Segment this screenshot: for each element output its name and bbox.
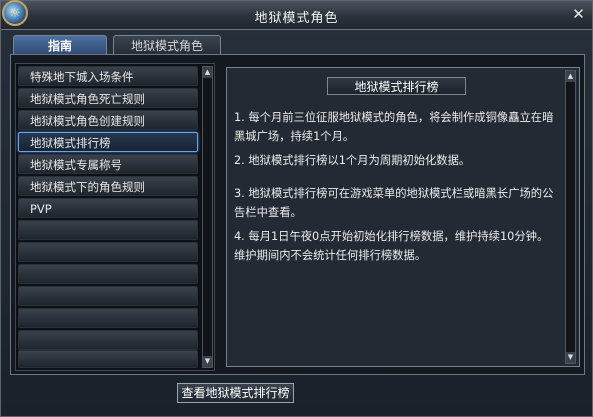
- detail-scrollbar[interactable]: ▲ ▼: [565, 70, 576, 364]
- scroll-down-icon[interactable]: ▼: [566, 352, 575, 363]
- list-item-character-rules[interactable]: 地狱模式下的角色规则: [18, 176, 198, 196]
- list-item-dungeon-entry[interactable]: 特殊地下城入场条件: [18, 66, 198, 86]
- detail-title: 地狱模式排行榜: [327, 77, 466, 95]
- list-item-pvp[interactable]: PVP: [18, 198, 198, 218]
- list-item-empty: [18, 286, 198, 306]
- guide-list: 特殊地下城入场条件 地狱模式角色死亡规则 地狱模式角色创建规则 地狱模式排行榜 …: [15, 63, 215, 371]
- detail-paragraph-3: 3. 地狱模式排行榜可在游戏菜单的地狱模式栏或暗黑长广场的公告栏中查看。: [234, 187, 554, 219]
- list-item-death-rules[interactable]: 地狱模式角色死亡规则: [18, 88, 198, 108]
- list-item-leaderboard[interactable]: 地狱模式排行榜: [18, 132, 198, 152]
- close-icon[interactable]: ✕: [571, 7, 586, 22]
- list-item-empty: [18, 308, 198, 328]
- title-bar[interactable]: ☼ 地狱模式角色 ✕: [1, 0, 592, 30]
- detail-panel: 地狱模式排行榜 1. 每个月前三位征服地狱模式的角色，将会制作成铜像矗立在暗黑城…: [226, 67, 580, 367]
- list-item-empty: [18, 350, 198, 368]
- detail-paragraph-4: 4. 每月1日午夜0点开始初始化排行榜数据，维护持续10分钟。维护期间内不会统计…: [234, 230, 549, 262]
- window-title: 地狱模式角色: [254, 11, 339, 26]
- list-scrollbar[interactable]: ▲ ▼: [202, 66, 213, 368]
- detail-paragraph-1: 1. 每个月前三位征服地狱模式的角色，将会制作成铜像矗立在暗黑城广场，持续1个月…: [234, 111, 554, 143]
- scroll-up-icon[interactable]: ▲: [203, 67, 212, 78]
- list-item-creation-rules[interactable]: 地狱模式角色创建规则: [18, 110, 198, 130]
- list-item-empty: [18, 242, 198, 262]
- scroll-up-icon[interactable]: ▲: [566, 71, 575, 82]
- detail-paragraph-2: 2. 地狱模式排行榜以1个月为周期初始化数据。: [234, 154, 471, 167]
- list-item-empty: [18, 330, 198, 350]
- tab-hell-mode-character[interactable]: 地狱模式角色: [113, 35, 221, 55]
- hell-mode-window: ☼ 地狱模式角色 ✕ 指南 地狱模式角色 特殊地下城入场条件 地狱模式角色死亡规…: [0, 0, 593, 417]
- list-item-empty: [18, 220, 198, 240]
- view-leaderboard-button[interactable]: 查看地狱模式排行榜: [177, 383, 294, 403]
- list-item-exclusive-titles[interactable]: 地狱模式专属称号: [18, 154, 198, 174]
- list-item-empty: [18, 264, 198, 284]
- tab-guide[interactable]: 指南: [13, 35, 107, 55]
- scroll-down-icon[interactable]: ▼: [203, 356, 212, 367]
